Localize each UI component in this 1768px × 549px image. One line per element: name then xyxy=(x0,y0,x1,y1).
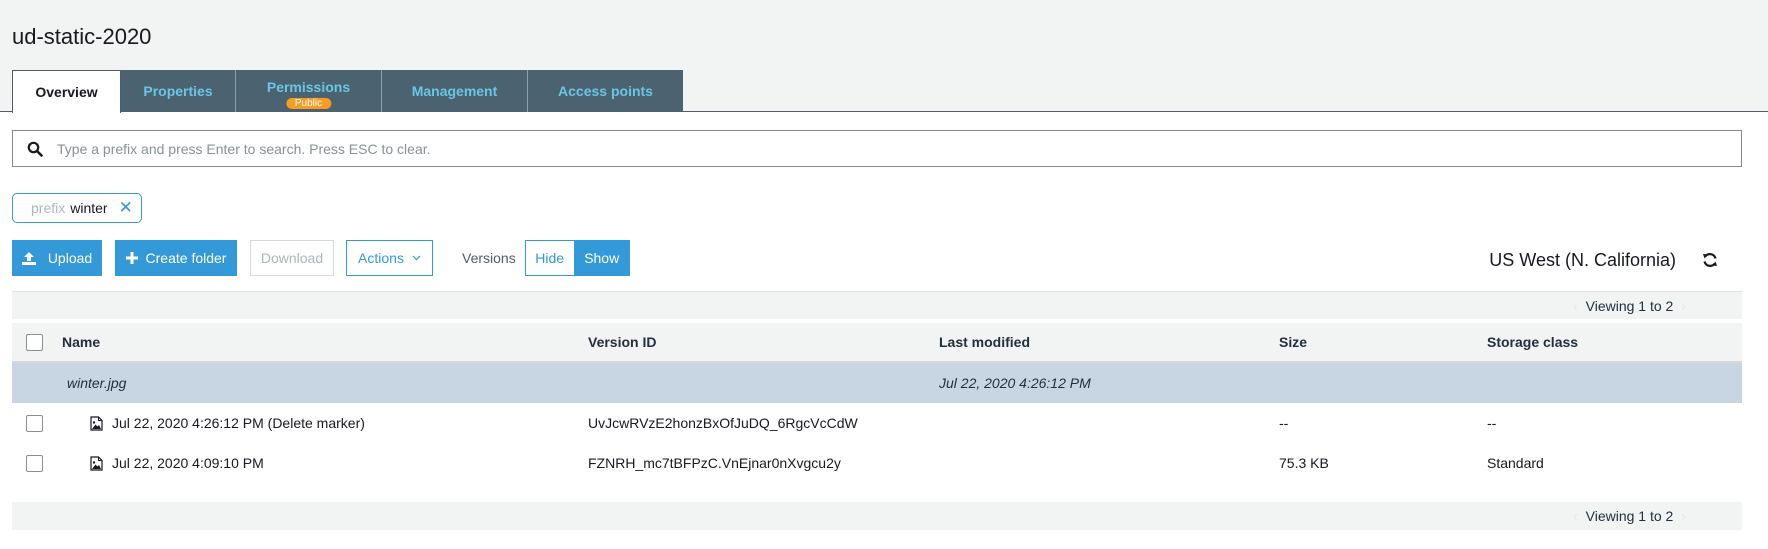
tab-properties[interactable]: Properties xyxy=(121,70,236,112)
storage-class: Standard xyxy=(1487,455,1544,471)
row-checkbox-cell xyxy=(26,443,43,483)
chevron-right-icon[interactable]: › xyxy=(1681,508,1686,524)
column-header-version-id[interactable]: Version ID xyxy=(588,323,656,361)
download-label: Download xyxy=(260,250,324,266)
versions-hide-button[interactable]: Hide xyxy=(524,240,574,276)
region-label: US West (N. California) xyxy=(1489,250,1676,270)
object-last-modified: Jul 22, 2020 4:26:12 PM xyxy=(939,375,1091,391)
version-id: UvJcwRVzE2honzBxOfJuDQ_6RgcVcCdW xyxy=(588,415,858,431)
tab-overview[interactable]: Overview xyxy=(12,70,121,113)
tab-label: Permissions xyxy=(266,79,351,95)
table-header: Name Version ID Last modified Size Stora… xyxy=(12,323,1742,363)
upload-label: Upload xyxy=(47,250,93,266)
version-name[interactable]: Jul 22, 2020 4:09:10 PM xyxy=(112,455,264,471)
actions-dropdown[interactable]: Actions xyxy=(346,240,433,276)
version-name-cell: Jul 22, 2020 4:09:10 PM xyxy=(90,443,264,483)
versions-show-button[interactable]: Show xyxy=(573,240,630,276)
row-checkbox[interactable] xyxy=(26,454,43,472)
version-name[interactable]: Jul 22, 2020 4:26:12 PM (Delete marker) xyxy=(112,415,365,431)
close-icon[interactable]: ✕ xyxy=(119,198,133,218)
toolbar: Upload Create folder Download Actions Ve… xyxy=(12,240,630,276)
page-title: ud-static-2020 xyxy=(12,24,152,49)
create-folder-button[interactable]: Create folder xyxy=(115,240,237,276)
size: 75.3 KB xyxy=(1279,455,1329,471)
image-file-icon xyxy=(90,455,103,471)
column-header-name[interactable]: Name xyxy=(62,323,100,361)
row-checkbox[interactable] xyxy=(26,414,43,432)
tab-label: Overview xyxy=(35,84,98,100)
public-badge: Public xyxy=(285,98,332,109)
download-button[interactable]: Download xyxy=(250,240,334,276)
create-folder-label: Create folder xyxy=(145,250,227,266)
pagination-top: ‹ Viewing 1 to 2 › xyxy=(12,291,1742,319)
chevron-right-icon[interactable]: › xyxy=(1681,298,1686,314)
hide-label: Hide xyxy=(535,250,565,266)
tab-permissions[interactable]: Permissions Public xyxy=(236,70,382,112)
actions-label: Actions xyxy=(358,250,404,266)
tab-bar: Overview Properties Permissions Public M… xyxy=(12,70,683,113)
tab-access-points[interactable]: Access points xyxy=(528,70,683,112)
chevron-down-icon xyxy=(412,255,421,261)
tab-management[interactable]: Management xyxy=(382,70,528,112)
table-row[interactable]: Jul 22, 2020 4:26:12 PM (Delete marker) … xyxy=(12,403,1742,443)
version-name-cell: Jul 22, 2020 4:26:12 PM (Delete marker) xyxy=(90,403,365,443)
size: -- xyxy=(1279,415,1289,431)
chip-key: prefix xyxy=(31,200,66,216)
search-bar xyxy=(12,130,1742,167)
pager-text: Viewing 1 to 2 xyxy=(1585,508,1674,524)
column-header-storage-class[interactable]: Storage class xyxy=(1487,323,1578,361)
select-all-checkbox[interactable] xyxy=(26,333,43,351)
header-checkbox-cell xyxy=(26,323,43,361)
upload-icon xyxy=(21,251,36,265)
pager-text: Viewing 1 to 2 xyxy=(1585,297,1674,314)
storage-class: -- xyxy=(1487,415,1497,431)
search-icon xyxy=(13,141,57,157)
column-header-size[interactable]: Size xyxy=(1279,323,1307,361)
tab-label: Access points xyxy=(558,83,653,99)
prefix-filter-chip: prefix winter ✕ xyxy=(12,193,142,223)
versions-label: Versions xyxy=(462,250,516,266)
refresh-icon[interactable] xyxy=(1702,252,1718,271)
table-row[interactable]: Jul 22, 2020 4:09:10 PM FZNRH_mc7tBFPzC.… xyxy=(12,443,1742,483)
chip-value: winter xyxy=(70,200,108,216)
chevron-left-icon[interactable]: ‹ xyxy=(1573,508,1578,524)
show-label: Show xyxy=(584,250,620,266)
upload-button[interactable]: Upload xyxy=(12,240,102,276)
version-id: FZNRH_mc7tBFPzC.VnEjnar0nXvgcu2y xyxy=(588,455,841,471)
image-file-icon xyxy=(90,415,103,431)
search-input[interactable] xyxy=(57,140,1741,157)
pagination-bottom: ‹ Viewing 1 to 2 › xyxy=(12,502,1742,530)
object-group-row[interactable]: winter.jpg Jul 22, 2020 4:26:12 PM xyxy=(12,363,1742,403)
row-checkbox-cell xyxy=(26,403,43,443)
object-name[interactable]: winter.jpg xyxy=(67,363,126,403)
tab-label: Properties xyxy=(143,83,213,99)
plus-icon xyxy=(125,252,138,264)
column-header-last-modified[interactable]: Last modified xyxy=(939,323,1030,361)
chevron-left-icon[interactable]: ‹ xyxy=(1573,298,1578,314)
tab-label: Management xyxy=(411,83,498,99)
